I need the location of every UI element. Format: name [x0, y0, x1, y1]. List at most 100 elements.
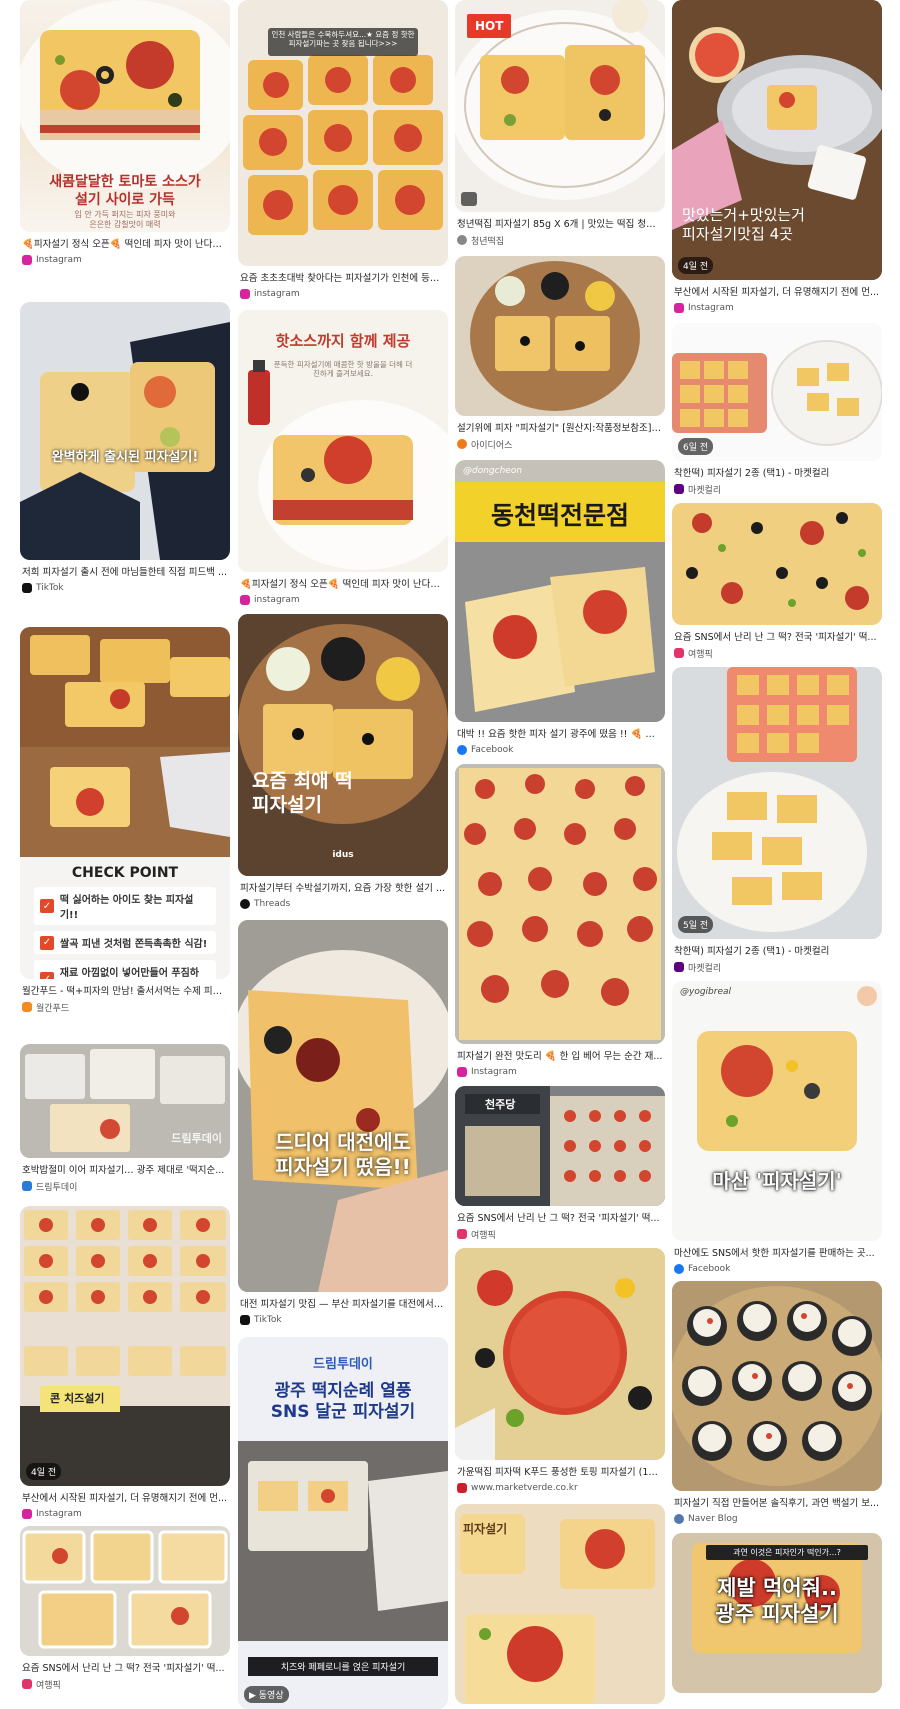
pin-image[interactable]: 피자설기	[455, 1504, 665, 1704]
pin-title[interactable]: 🍕피자설기 정식 오픈🍕 떡인데 피자 맛이 난다고 ...	[22, 238, 228, 251]
pin-image[interactable]: CHECK POINT ✓ 떡 싫어하는 아이도 찾는 피자설기!! ✓ 쌀곡 피낸…	[20, 627, 230, 979]
pin-image[interactable]	[455, 256, 665, 416]
pin-image[interactable]	[20, 1526, 230, 1656]
pin-title[interactable]: 부산에서 시작된 피자설기, 더 유명해지기 전에 먼...	[674, 286, 880, 299]
pin-image[interactable]	[455, 1248, 665, 1460]
pin-image[interactable]: @yogibreal 마산 '피자설기'	[672, 981, 882, 1241]
pin-card[interactable]: 요즘 최애 떡 피자설기 idus 피자설기부터 수박설기까지, 요즘 가장 핫…	[238, 614, 448, 920]
pin-card[interactable]: 인천 사람들은 수북하두셔요...★ 요즘 정 핫한 피자설기파는 곳 찾음 됩…	[238, 0, 448, 310]
pin-card[interactable]: 드림투데이 호박밥절미 이어 피자설기… 광주 제대로 '떡지순... 드림투데…	[20, 1044, 230, 1206]
pin-source[interactable]: Instagram	[674, 302, 880, 314]
pin-title[interactable]: 피자설기부터 수박설기까지, 요즘 가장 핫한 설기 ...	[240, 882, 446, 895]
pin-image[interactable]: 5일 전	[672, 667, 882, 939]
pin-title[interactable]: 청년떡집 피자설기 85g X 6개 | 맛있는 떡집 청년 ...	[457, 218, 663, 231]
pin-title[interactable]: 🍕피자설기 정식 오픈🍕 떡인데 피자 맛이 난다고...	[240, 578, 446, 591]
pin-card[interactable]: 새콤달달한 토마토 소스가 설기 사이로 가득 입 안 가득 퍼지는 피자 풍미와…	[20, 0, 230, 302]
pin-title[interactable]: 마산에도 SNS에서 핫한 피자설기를 판매하는 곳...	[674, 1247, 880, 1260]
pin-image[interactable]: 드림투데이	[20, 1044, 230, 1158]
pin-source[interactable]: 아이디어스	[457, 438, 663, 451]
pin-image[interactable]: 맛있는거+맛있는거 피자설기맛집 4곳 4일 전	[672, 0, 882, 280]
pin-title[interactable]: 저희 피자설기 출시 전에 마님들한테 직접 피드백 ...	[22, 566, 228, 579]
pin-source[interactable]: 여행픽	[457, 1228, 663, 1241]
pin-card[interactable]: CHECK POINT ✓ 떡 싫어하는 아이도 찾는 피자설기!! ✓ 쌀곡 피낸…	[20, 627, 230, 1044]
pin-title[interactable]: 요즘 SNS에서 난리 난 그 떡? 전국 '피자설기' 떡...	[457, 1212, 663, 1225]
image-caption: 요즘 최애 떡 피자설기	[252, 770, 353, 816]
pin-title[interactable]: 부산에서 시작된 피자설기, 더 유명해지기 전에 먼...	[22, 1492, 228, 1505]
pin-card[interactable]: 요즘 SNS에서 난리 난 그 떡? 전국 '피자설기' 떡... 여행픽	[672, 503, 882, 667]
pin-source[interactable]: Naver Blog	[674, 1513, 880, 1525]
pin-title[interactable]: 호박밥절미 이어 피자설기… 광주 제대로 '떡지순...	[22, 1164, 228, 1177]
pin-card[interactable]: 가윤떡집 피자떡 K푸드 풍성한 토핑 피자설기 (12... www.mark…	[455, 1248, 665, 1504]
pin-image[interactable]: HOT	[455, 0, 665, 212]
pin-title[interactable]: 착한떡) 피자설기 2종 (택1) - 마켓컬리	[674, 945, 880, 958]
pin-image[interactable]: 과연 이것은 피자인가 떡인가...? 제발 먹어줘.. 광주 피자설기	[672, 1533, 882, 1693]
pin-image[interactable]: 완벽하게 출시된 피자설기!	[20, 302, 230, 560]
pin-title[interactable]: 착한떡) 피자설기 2종 (택1) - 마켓컬리	[674, 467, 880, 480]
pin-card[interactable]: 콘 치즈설기 4일 전 부산에서 시작된 피자설기, 더 유명해지기 전에 먼.…	[20, 1206, 230, 1526]
pin-image[interactable]: 천주당	[455, 1086, 665, 1206]
pizza-sheet-tray-photo	[455, 764, 665, 1044]
instagram-icon	[240, 595, 250, 605]
pin-source[interactable]: Threads	[240, 898, 446, 910]
pin-source[interactable]: TikTok	[240, 1314, 446, 1326]
pin-source[interactable]: Instagram	[22, 254, 228, 266]
pin-card[interactable]: 완벽하게 출시된 피자설기! 저희 피자설기 출시 전에 마님들한테 직접 피드…	[20, 302, 230, 627]
pin-image[interactable]	[455, 764, 665, 1044]
pin-source[interactable]: 여행픽	[22, 1678, 228, 1691]
pin-source[interactable]: 드림투데이	[22, 1180, 228, 1193]
pin-source[interactable]: 마켓컬리	[674, 961, 880, 974]
pin-image[interactable]	[672, 503, 882, 625]
pin-image[interactable]: 핫소스까지 함께 제공 푼득한 피자설기에 매콤한 핫 방울을 더해 더 진하게…	[238, 310, 448, 572]
pin-image[interactable]	[672, 1281, 882, 1491]
pin-image[interactable]: 6일 전	[672, 323, 882, 461]
user-tag: @dongcheon	[463, 466, 523, 476]
pin-title[interactable]: 설기위에 피자 "피자설기" [원산지:작품정보참조] ...	[457, 422, 663, 435]
pin-source[interactable]: Instagram	[457, 1066, 663, 1078]
pin-title[interactable]: 가윤떡집 피자떡 K푸드 풍성한 토핑 피자설기 (12...	[457, 1466, 663, 1479]
tiktok-icon	[22, 583, 32, 593]
pin-card[interactable]: @yogibreal 마산 '피자설기' 마산에도 SNS에서 핫한 피자설기를…	[672, 981, 882, 1281]
pin-source[interactable]: 월간푸드	[22, 1001, 228, 1014]
pin-source[interactable]: Facebook	[674, 1263, 880, 1275]
pin-card[interactable]: HOT 청년떡집 피자설기 85g X 6개 | 맛있는 떡집 청년 ... 청…	[455, 0, 665, 256]
pin-source[interactable]: 마켓컬리	[674, 483, 880, 496]
image-caption: 맛있는거+맛있는거 피자설기맛집 4곳	[682, 206, 805, 243]
pin-card[interactable]: 피자설기	[455, 1504, 665, 1704]
pin-card[interactable]: 피자설기 직접 만들어본 솔직후기, 과연 백설기 보... Naver Blo…	[672, 1281, 882, 1533]
pin-card[interactable]: 피자설기 완전 맛도리 🍕 한 입 베어 무는 순간 재... Instagra…	[455, 764, 665, 1086]
pin-title[interactable]: 월간푸드 - 떡+피자의 만남! 출서서먹는 수제 피자...	[22, 985, 228, 998]
pin-title[interactable]: 요즘 SNS에서 난리 난 그 떡? 전국 '피자설기' 떡...	[674, 631, 880, 644]
pin-card[interactable]: 드디어 대전에도 피자설기 떴음!! 대전 피자설기 맛집 — 부산 피자설기를…	[238, 920, 448, 1337]
pin-title[interactable]: 대전 피자설기 맛집 — 부산 피자설기를 대전에서?...	[240, 1298, 446, 1311]
pin-image[interactable]: 동천떡전문점 @dongcheon	[455, 460, 665, 722]
pin-card[interactable]: 드림투데이 광주 떡지순례 열풍 SNS 달군 피자설기 치즈와 페페로니를 얹…	[238, 1337, 448, 1709]
pin-card[interactable]: 6일 전 착한떡) 피자설기 2종 (택1) - 마켓컬리 마켓컬리	[672, 323, 882, 503]
pin-source[interactable]: Facebook	[457, 744, 663, 756]
pin-title[interactable]: 요즘 초초초대박 찾아다는 피자설기가 인천에 등장...	[240, 272, 446, 285]
pin-card[interactable]: 맛있는거+맛있는거 피자설기맛집 4곳 4일 전 부산에서 시작된 피자설기, …	[672, 0, 882, 323]
pin-image[interactable]: 콘 치즈설기 4일 전	[20, 1206, 230, 1486]
pin-image[interactable]: 드림투데이 광주 떡지순례 열풍 SNS 달군 피자설기 치즈와 페페로니를 얹…	[238, 1337, 448, 1709]
pin-source[interactable]: 청년떡집	[457, 234, 663, 247]
pin-card[interactable]: 요즘 SNS에서 난리 난 그 떡? 전국 '피자설기' 떡... 여행픽	[20, 1526, 230, 1696]
pin-source[interactable]: 여행픽	[674, 647, 880, 660]
pin-title[interactable]: 피자설기 완전 맛도리 🍕 한 입 베어 무는 순간 재...	[457, 1050, 663, 1063]
pin-card[interactable]: 과연 이것은 피자인가 떡인가...? 제발 먹어줘.. 광주 피자설기	[672, 1533, 882, 1693]
pin-image[interactable]: 인천 사람들은 수북하두셔요...★ 요즘 정 핫한 피자설기파는 곳 찾음 됩…	[238, 0, 448, 266]
pin-title[interactable]: 요즘 SNS에서 난리 난 그 떡? 전국 '피자설기' 떡...	[22, 1662, 228, 1675]
pin-source[interactable]: instagram	[240, 594, 446, 606]
pin-card[interactable]: 설기위에 피자 "피자설기" [원산지:작품정보참조] ... 아이디어스	[455, 256, 665, 460]
pin-image[interactable]: 새콤달달한 토마토 소스가 설기 사이로 가득 입 안 가득 퍼지는 피자 풍미와…	[20, 0, 230, 232]
pin-source[interactable]: instagram	[240, 288, 446, 300]
pin-image[interactable]: 요즘 최애 떡 피자설기 idus	[238, 614, 448, 876]
pin-source[interactable]: TikTok	[22, 582, 228, 594]
pin-card[interactable]: 동천떡전문점 @dongcheon 대박 !! 요즘 핫한 피자 설기 광주에 …	[455, 460, 665, 764]
pin-card[interactable]: 5일 전 착한떡) 피자설기 2종 (택1) - 마켓컬리 마켓컬리	[672, 667, 882, 981]
pin-title[interactable]: 피자설기 직접 만들어본 솔직후기, 과연 백설기 보...	[674, 1497, 880, 1510]
pin-image[interactable]: 드디어 대전에도 피자설기 떴음!!	[238, 920, 448, 1292]
pin-source[interactable]: Instagram	[22, 1508, 228, 1520]
pin-card[interactable]: 천주당 요즘 SNS에서 난리 난 그 떡? 전국 '피자설기' 떡... 여행…	[455, 1086, 665, 1248]
pin-card[interactable]: 핫소스까지 함께 제공 푼득한 피자설기에 매콤한 핫 방울을 더해 더 진하게…	[238, 310, 448, 614]
pin-title[interactable]: 대박 !! 요즘 핫한 피자 설기 광주에 떴음 !! 🍕 알...	[457, 728, 663, 741]
pin-source[interactable]: www.marketverde.co.kr	[457, 1482, 663, 1494]
